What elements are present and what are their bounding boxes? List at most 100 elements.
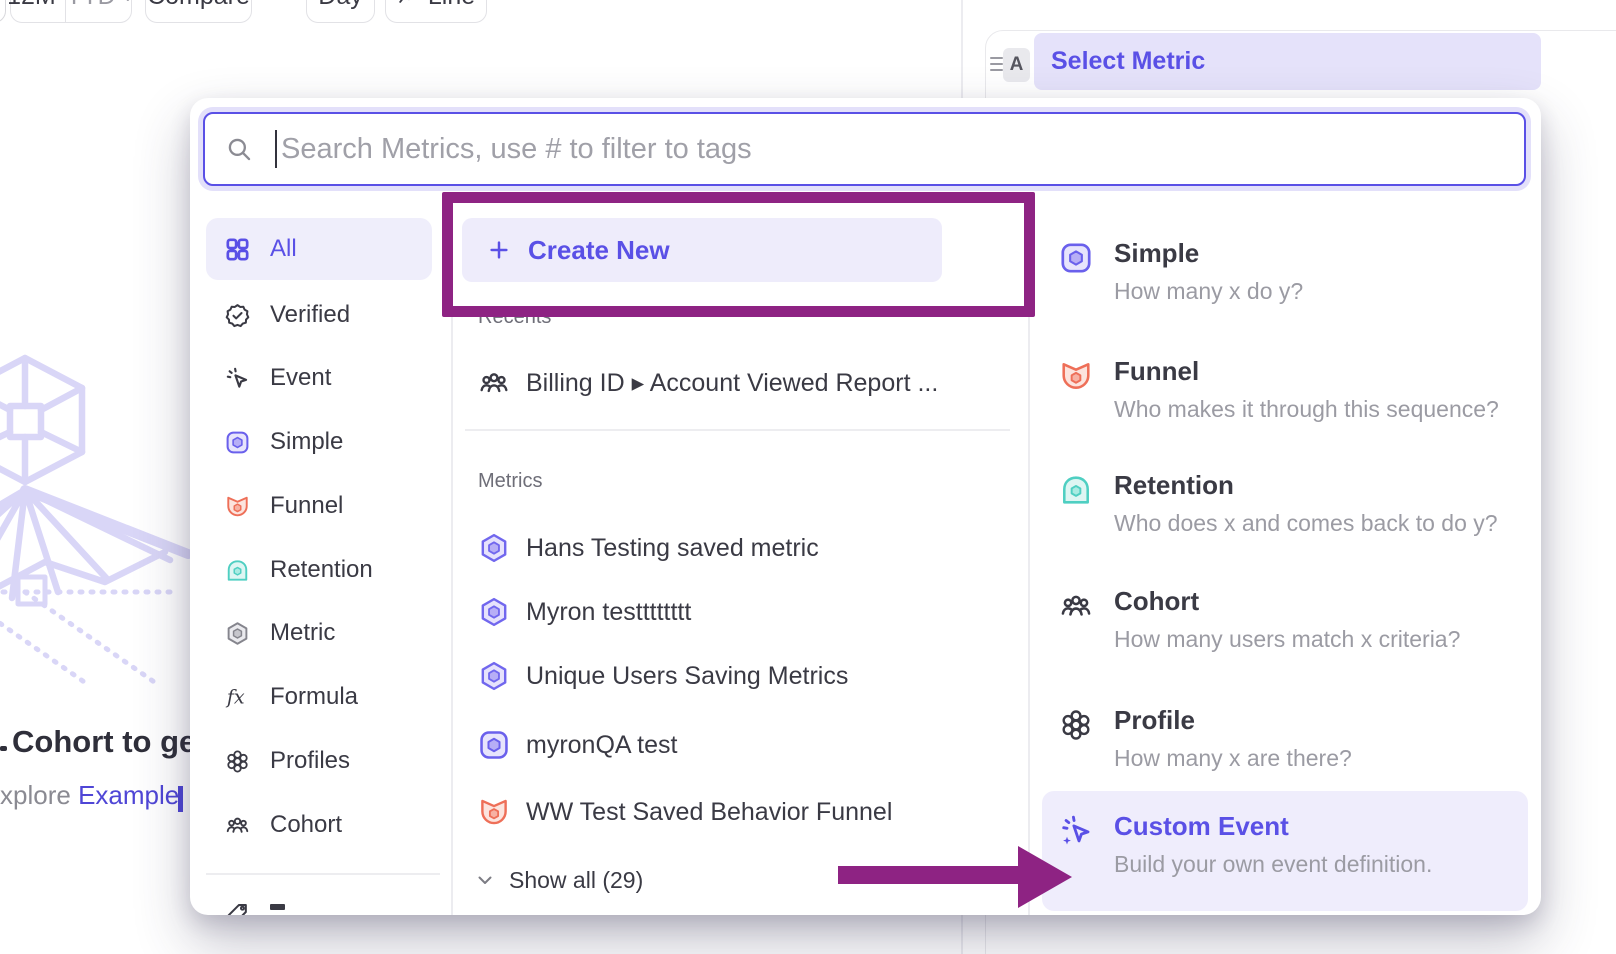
- screen: 12M YTD⌄ Compare Day Line A Select Metri…: [0, 0, 1616, 954]
- sidebar-item-label: Funnel: [270, 492, 343, 520]
- metric-list-item[interactable]: Hans Testing saved metric: [477, 528, 1017, 568]
- type-title: Profile: [1114, 705, 1352, 735]
- sidebar-item-label: Metric: [270, 619, 335, 647]
- chart-type-line-button[interactable]: Line: [385, 0, 487, 23]
- funnel-icon: [1058, 358, 1094, 394]
- interval-day-button[interactable]: Day: [306, 0, 375, 23]
- recent-item-label: Billing ID ▸ Account Viewed Report ...: [526, 368, 938, 398]
- annotation-highlight-box: [442, 192, 1035, 317]
- sidebar-item-label: Cohort: [270, 811, 342, 839]
- simple-metric-icon: [1058, 240, 1094, 276]
- type-description: How many x are there?: [1114, 745, 1352, 772]
- cohort-people-icon: [1058, 588, 1094, 624]
- clipped-letter: [178, 786, 183, 812]
- cohort-people-icon: [224, 812, 251, 839]
- annotation-arrow: [830, 840, 1080, 920]
- show-all-label: Show all (29): [509, 867, 643, 894]
- retention-icon: [224, 557, 251, 584]
- search-input[interactable]: [281, 133, 1524, 166]
- explore-text: xplore: [0, 780, 71, 810]
- sidebar-divider: [206, 873, 440, 875]
- sidebar-item-funnel[interactable]: Funnel: [224, 486, 439, 526]
- select-metric-label: Select Metric: [1051, 47, 1205, 76]
- metric-list-item[interactable]: Unique Users Saving Metrics: [477, 656, 1017, 696]
- sidebar-item-retention[interactable]: Retention: [224, 550, 439, 590]
- metric-hexagon-purple-icon: [477, 595, 511, 629]
- sidebar-item-event[interactable]: Event: [224, 358, 439, 398]
- metric-list-item[interactable]: myronQA test: [477, 725, 1017, 765]
- cohort-people-icon: [477, 366, 511, 400]
- range-12m-button[interactable]: 12M: [7, 0, 56, 22]
- sidebar-item-metric[interactable]: Metric: [224, 613, 439, 653]
- sidebar-item-simple[interactable]: Simple: [224, 422, 439, 462]
- sidebar-item-label: Profiles: [270, 747, 350, 775]
- type-title: Funnel: [1114, 356, 1499, 386]
- type-title: Simple: [1114, 238, 1303, 268]
- show-all-button[interactable]: Show all (29): [473, 860, 643, 900]
- type-description: Who makes it through this sequence?: [1114, 396, 1499, 423]
- text-caret: [275, 130, 277, 168]
- profiles-icon: [224, 748, 251, 775]
- series-a-badge: A: [1003, 48, 1030, 82]
- type-title: Retention: [1114, 470, 1498, 500]
- sidebar-item-label: Verified: [270, 301, 350, 329]
- sidebar-item-cohort[interactable]: Cohort: [224, 805, 439, 845]
- example-link[interactable]: Example: [78, 780, 179, 810]
- type-custom-event[interactable]: Custom Event Build your own event defini…: [1042, 791, 1528, 911]
- tag-icon: [224, 901, 251, 916]
- metric-list-item[interactable]: Myron testttttttt: [477, 592, 1017, 632]
- type-title: Custom Event: [1114, 811, 1432, 841]
- metric-hexagon-purple-icon: [477, 531, 511, 565]
- type-profile[interactable]: Profile How many x are there?: [1042, 695, 1528, 799]
- clipped-letter: [0, 746, 7, 751]
- metric-item-label: Hans Testing saved metric: [526, 534, 819, 563]
- verified-badge-icon: [224, 302, 251, 329]
- type-description: How many x do y?: [1114, 278, 1303, 305]
- metric-list-item[interactable]: WW Test Saved Behavior Funnel: [477, 792, 1017, 832]
- funnel-icon: [224, 493, 251, 520]
- sidebar-item-label: Retention: [270, 556, 373, 584]
- event-cursor-icon: [224, 365, 251, 392]
- type-description: How many users match x criteria?: [1114, 626, 1460, 653]
- sidebar-item-all[interactable]: All: [224, 229, 439, 269]
- metric-item-label: myronQA test: [526, 731, 677, 760]
- chart-type-label: Line: [428, 0, 475, 11]
- metric-item-label: WW Test Saved Behavior Funnel: [526, 798, 892, 827]
- drag-handle-icon[interactable]: [990, 57, 1003, 72]
- chevron-down-icon: ⌄: [121, 0, 135, 6]
- grid-all-icon: [224, 236, 251, 263]
- line-chart-icon: [397, 0, 419, 7]
- type-description: Who does x and comes back to do y?: [1114, 510, 1498, 537]
- profiles-icon: [1058, 707, 1094, 743]
- formula-icon: fx: [224, 684, 251, 711]
- sidebar-item-label: Simple: [270, 428, 343, 456]
- sidebar-item-verified[interactable]: Verified: [224, 295, 439, 335]
- metrics-section-label: Metrics: [478, 470, 542, 493]
- metric-search-box[interactable]: [203, 112, 1526, 186]
- recents-divider: [465, 429, 1010, 431]
- interval-label: Day: [318, 0, 362, 11]
- sidebar-item-label: All: [270, 235, 297, 263]
- metric-item-label: Myron testttttttt: [526, 598, 691, 627]
- select-metric-pill[interactable]: Select Metric: [1034, 33, 1541, 90]
- sidebar-item-formula[interactable]: fx Formula: [224, 677, 439, 717]
- type-retention[interactable]: Retention Who does x and comes back to d…: [1042, 460, 1528, 564]
- simple-metric-icon: [224, 429, 251, 456]
- type-funnel[interactable]: Funnel Who makes it through this sequenc…: [1042, 346, 1528, 450]
- sidebar-item-profiles[interactable]: Profiles: [224, 741, 439, 781]
- date-range-control[interactable]: 12M YTD⌄: [10, 0, 132, 23]
- type-description: Build your own event definition.: [1114, 851, 1432, 878]
- compare-button[interactable]: Compare: [145, 0, 252, 23]
- type-simple[interactable]: Simple How many x do y?: [1042, 228, 1528, 332]
- retention-icon: [1058, 472, 1094, 508]
- type-cohort[interactable]: Cohort How many users match x criteria?: [1042, 576, 1528, 680]
- empty-state-headline: Cohort to ge: [12, 724, 196, 760]
- range-ytd-button[interactable]: YTD⌄: [65, 0, 135, 22]
- recent-item-billing[interactable]: Billing ID ▸ Account Viewed Report ...: [477, 363, 1017, 403]
- sidebar-item-clipped[interactable]: [224, 894, 439, 915]
- metric-hexagon-purple-icon: [477, 659, 511, 693]
- range-12m-label: 12M: [7, 0, 56, 11]
- sidebar-item-label: Event: [270, 364, 331, 392]
- offscreen-button[interactable]: [0, 0, 6, 23]
- funnel-icon: [477, 795, 511, 829]
